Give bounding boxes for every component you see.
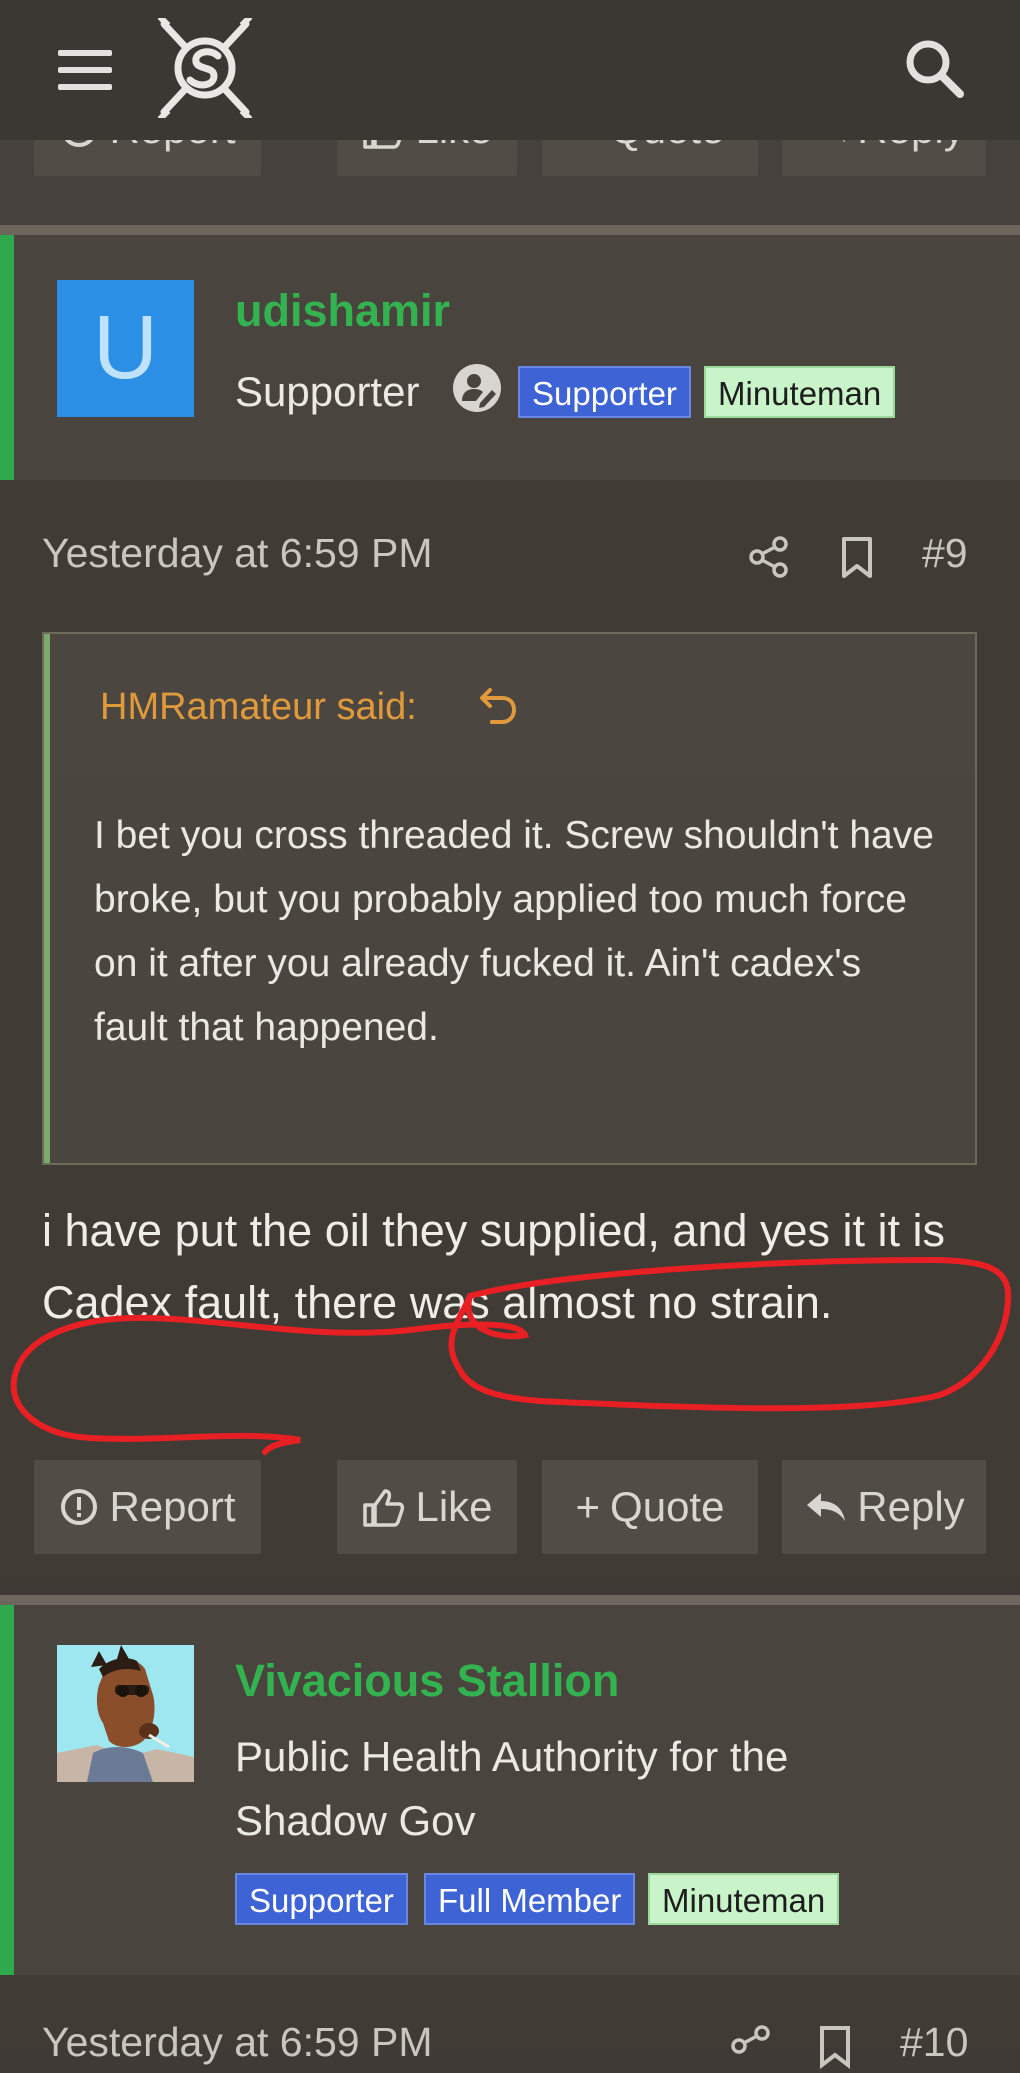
badge-supporter: Supporter [518, 366, 691, 418]
avatar[interactable] [57, 1645, 194, 1782]
post-timestamp[interactable]: Yesterday at 6:59 PM [42, 530, 433, 577]
badge-minuteman: Minuteman [648, 1873, 840, 1925]
user-accent-bar [0, 1605, 14, 1975]
post-body: Yesterday at 6:59 PM #9 HMRamateur said:… [0, 480, 1020, 1580]
site-logo[interactable] [150, 14, 260, 122]
edit-user-icon [452, 363, 502, 413]
quote-button[interactable]: + Quote [542, 1460, 758, 1554]
username[interactable]: udishamir [235, 285, 450, 337]
avatar-letter: U [93, 298, 158, 398]
menu-icon[interactable] [58, 50, 112, 90]
bookmark-icon[interactable] [840, 536, 874, 580]
quote-label: Quote [610, 1483, 725, 1530]
share-icon[interactable] [730, 2025, 772, 2067]
post-number[interactable]: #9 [922, 530, 968, 577]
post-divider [0, 225, 1020, 235]
jump-to-quote-icon[interactable] [480, 686, 518, 730]
share-icon[interactable] [748, 536, 790, 578]
post-user-card: Vivacious Stallion Public Health Authori… [0, 1605, 1020, 1975]
post-number[interactable]: #10 [900, 2019, 968, 2066]
quote-author[interactable]: HMRamateur said: [100, 686, 417, 729]
quote-block: HMRamateur said: I bet you cross threade… [42, 632, 977, 1165]
report-label: Report [109, 1483, 236, 1530]
post-message: i have put the oil they supplied, and ye… [42, 1205, 946, 1328]
quote-plus-icon: + [575, 1483, 601, 1530]
top-bar [0, 0, 1020, 140]
report-icon [61, 1489, 98, 1525]
badge-minuteman: Minuteman [704, 366, 896, 418]
user-title: Supporter [235, 368, 420, 415]
post-user-card: U udishamir Supporter Supporter Minutema… [0, 235, 1020, 480]
reply-label: Reply [857, 1483, 965, 1530]
post-timestamp[interactable]: Yesterday at 6:59 PM [42, 2019, 433, 2066]
username[interactable]: Vivacious Stallion [235, 1655, 619, 1707]
user-title: Public Health Authority for the Shadow G… [235, 1733, 789, 1844]
report-button[interactable]: Report [34, 1460, 261, 1554]
post-body: Yesterday at 6:59 PM #10 [0, 1975, 1020, 2070]
quote-text: I bet you cross threaded it. Screw shoul… [94, 814, 934, 1049]
search-icon[interactable] [900, 34, 970, 104]
like-label: Like [415, 1483, 493, 1530]
quote-header: HMRamateur said: [50, 634, 975, 774]
avatar[interactable]: U [57, 280, 194, 417]
bookmark-icon[interactable] [818, 2025, 852, 2070]
badge-full-member: Full Member [424, 1873, 636, 1925]
user-accent-bar [0, 235, 14, 480]
post-divider [0, 1595, 1020, 1605]
reply-icon [807, 1493, 846, 1521]
badge-supporter: Supporter [235, 1873, 408, 1925]
like-button[interactable]: Like [337, 1460, 517, 1554]
like-icon [363, 1489, 405, 1527]
reply-button[interactable]: Reply [782, 1460, 986, 1554]
